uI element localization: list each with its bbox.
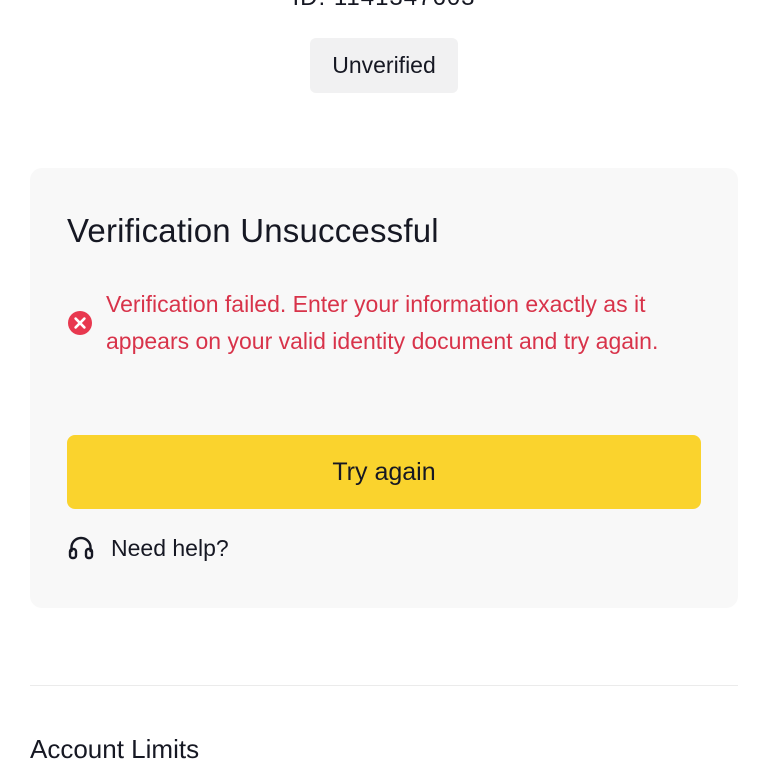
verification-status-badge: Unverified xyxy=(310,38,458,93)
error-circle-x-icon xyxy=(68,311,92,335)
verification-result-card: Verification Unsuccessful Verification f… xyxy=(30,168,738,608)
error-message: Verification failed. Enter your informat… xyxy=(106,291,659,354)
try-again-button[interactable]: Try again xyxy=(67,435,701,509)
need-help-link[interactable]: Need help? xyxy=(67,534,229,562)
need-help-label: Need help? xyxy=(111,534,229,561)
headset-icon xyxy=(68,536,94,560)
section-divider xyxy=(30,685,738,686)
account-id: ID: 1141347603 xyxy=(0,0,768,12)
account-limits-heading: Account Limits xyxy=(30,734,200,764)
error-message-row: Verification failed. Enter your informat… xyxy=(67,286,707,360)
card-title: Verification Unsuccessful xyxy=(67,212,439,249)
